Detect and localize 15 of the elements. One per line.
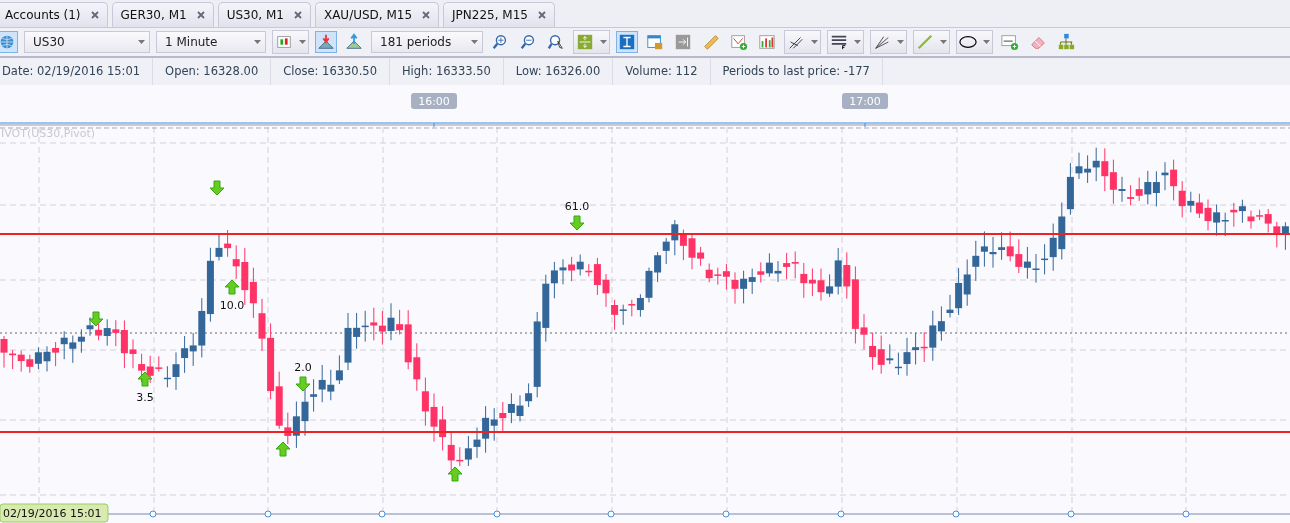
marker-label: 3.5 xyxy=(136,391,154,404)
dropdown[interactable]: 1 Minute xyxy=(156,31,266,53)
time-label: 17:00 xyxy=(842,93,888,109)
chart-tab[interactable]: JPN225, M15 xyxy=(443,2,555,27)
time-label: 16:00 xyxy=(411,93,457,109)
marker-label: 10.0 xyxy=(219,299,245,312)
dropdown[interactable]: US30 xyxy=(24,31,150,53)
marker-label: 61.0 xyxy=(564,200,590,213)
chart-tab[interactable]: Accounts (1) xyxy=(0,2,108,27)
dropdown[interactable]: 181 periods xyxy=(371,31,483,53)
chart-tab[interactable]: US30, M1 xyxy=(217,2,311,27)
date-tooltip: 02/19/2016 15:01 xyxy=(0,503,109,523)
chart-tab[interactable]: XAU/USD, M15 xyxy=(314,2,440,27)
chart-tab[interactable]: GER30, M1 xyxy=(111,2,214,27)
marker-label: 2.0 xyxy=(294,361,312,374)
